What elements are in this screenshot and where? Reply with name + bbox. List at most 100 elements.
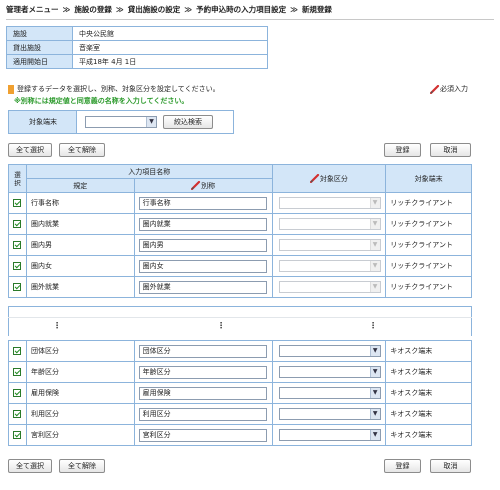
row-default-name: 行事名称 [25,192,135,214]
category-select[interactable]: ▼ [278,366,381,378]
table-row: 団体区分 団体区分 ▼ キオスク端末 [8,340,472,362]
row-terminal: リッチクライアント [385,234,472,256]
cancel-button-bottom[interactable]: 取消 [430,459,471,473]
alias-note: ※別称には規定値と同意義の名称を入力してください。 [14,97,189,105]
category-select[interactable]: ▼ [278,429,381,441]
table-row: 行事名称 行事名称 ▼ リッチクライアント [8,192,472,214]
chevron-down-icon: ▼ [369,240,380,250]
table-row: 圏内女 圏内女 ▼ リッチクライアント [8,255,472,277]
info-label-start-date: 適用開始日 [6,54,73,69]
filter-box: 対象端末 ▼ 絞込検索 [8,110,234,134]
info-value-start-date: 平成18年 4月 1日 [72,54,268,69]
col-header-select: 選択 [8,164,27,193]
select-all-button-bottom[interactable]: 全て選択 [8,459,52,473]
row-default-name: 宮利区分 [25,424,135,446]
alias-input[interactable]: 宮利区分 [138,428,267,442]
chevron-down-icon: ▼ [369,198,380,208]
table-row: 年齢区分 年齢区分 ▼ キオスク端末 [8,361,472,383]
col-header-input-item-name: 入力項目名称 [25,164,273,179]
row-checkbox[interactable] [13,410,22,418]
clear-all-button-top[interactable]: 全て解除 [59,143,105,157]
table-row: 圏内男 圏内男 ▼ リッチクライアント [8,234,472,256]
col-header-terminal: 対象端末 [385,164,472,193]
category-select: ▼ [278,260,381,272]
pencil-icon [309,174,320,183]
table-row: 利用区分 利用区分 ▼ キオスク端末 [8,403,472,425]
omitted-rows-gap: ⋮ ⋮ ⋮ [8,306,472,336]
row-default-name: 圏内女 [25,255,135,277]
instruction-text: 登録するデータを選択し、別称、対象区分を設定してください。 [17,85,220,93]
alias-input[interactable]: 雇用保険 [138,386,267,400]
chevron-down-icon[interactable]: ▼ [369,430,380,440]
info-value-rental-facility: 音楽室 [72,40,268,55]
table-row: 圏内就業 圏内就業 ▼ リッチクライアント [8,213,472,235]
terminal-filter-select[interactable]: ▼ [85,116,157,128]
instruction-note: 登録するデータを選択し、別称、対象区分を設定してください。 [8,84,220,94]
table-row: 雇用保険 雇用保険 ▼ キオスク端末 [8,382,472,404]
chevron-down-icon[interactable]: ▼ [146,117,156,127]
alias-input[interactable]: 圏内就業 [138,217,267,231]
alias-input[interactable]: 圏外就業 [138,280,267,294]
alias-input[interactable]: 年齢区分 [138,365,267,379]
col-header-alias-label: 別称 [201,181,216,190]
gap-divider [8,317,472,318]
info-value-facility: 中央公民館 [72,26,268,41]
chevron-down-icon[interactable]: ▼ [369,409,380,419]
register-button-bottom[interactable]: 登録 [384,459,421,473]
alias-input[interactable]: 圏内女 [138,259,267,273]
required-label: 必須入力 [440,85,468,93]
breadcrumb-divider [6,19,494,20]
input-items-table: 選択 入力項目名称 対象区分 対象端末 規定 別称 行事名称 行事名称 ▼ リッ… [8,164,472,298]
category-select: ▼ [278,218,381,230]
row-terminal: キオスク端末 [385,424,472,446]
info-label-facility: 施設 [6,26,73,41]
cancel-button-top[interactable]: 取消 [430,143,471,157]
breadcrumb-item-facility-registration[interactable]: 施設の登録 [74,5,112,14]
row-terminal: リッチクライアント [385,276,472,298]
vertical-ellipsis: ⋮ [217,321,225,330]
row-checkbox[interactable] [13,241,22,249]
row-checkbox[interactable] [13,347,22,355]
row-default-name: 圏内就業 [25,213,135,235]
category-select: ▼ [278,197,381,209]
category-select: ▼ [278,239,381,251]
pencil-icon [191,181,201,190]
clear-all-button-bottom[interactable]: 全て解除 [59,459,105,473]
vertical-ellipsis: ⋮ [369,321,377,330]
category-select[interactable]: ▼ [278,408,381,420]
row-checkbox[interactable] [13,199,22,207]
row-terminal: キオスク端末 [385,382,472,404]
category-select[interactable]: ▼ [278,387,381,399]
row-checkbox[interactable] [13,368,22,376]
row-default-name: 圏内男 [25,234,135,256]
chevron-down-icon[interactable]: ▼ [369,346,380,356]
alias-input[interactable]: 利用区分 [138,407,267,421]
row-default-name: 団体区分 [25,340,135,362]
vertical-ellipsis: ⋮ [53,321,61,330]
breadcrumb-item-admin-menu[interactable]: 管理者メニュー [6,5,59,14]
row-terminal: キオスク端末 [385,361,472,383]
alias-input[interactable]: 団体区分 [138,344,267,358]
row-terminal: リッチクライアント [385,213,472,235]
breadcrumb-item-rental-settings[interactable]: 貸出施設の設定 [128,5,181,14]
filter-search-button[interactable]: 絞込検索 [163,115,213,129]
alias-input[interactable]: 行事名称 [138,196,267,210]
select-all-button-top[interactable]: 全て選択 [8,143,52,157]
row-terminal: キオスク端末 [385,403,472,425]
row-terminal: キオスク端末 [385,340,472,362]
row-checkbox[interactable] [13,262,22,270]
row-checkbox[interactable] [13,389,22,397]
row-default-name: 年齢区分 [25,361,135,383]
category-select[interactable]: ▼ [278,345,381,357]
row-checkbox[interactable] [13,431,22,439]
register-button-top[interactable]: 登録 [384,143,421,157]
chevron-down-icon: ▼ [369,261,380,271]
breadcrumb-item-input-item-settings[interactable]: 予約申込時の入力項目設定 [196,5,286,14]
row-default-name: 圏外就業 [25,276,135,298]
chevron-down-icon[interactable]: ▼ [369,367,380,377]
row-checkbox[interactable] [13,283,22,291]
chevron-down-icon[interactable]: ▼ [369,388,380,398]
alias-input[interactable]: 圏内男 [138,238,267,252]
breadcrumb-separator: ≫ [290,5,298,14]
row-checkbox[interactable] [13,220,22,228]
